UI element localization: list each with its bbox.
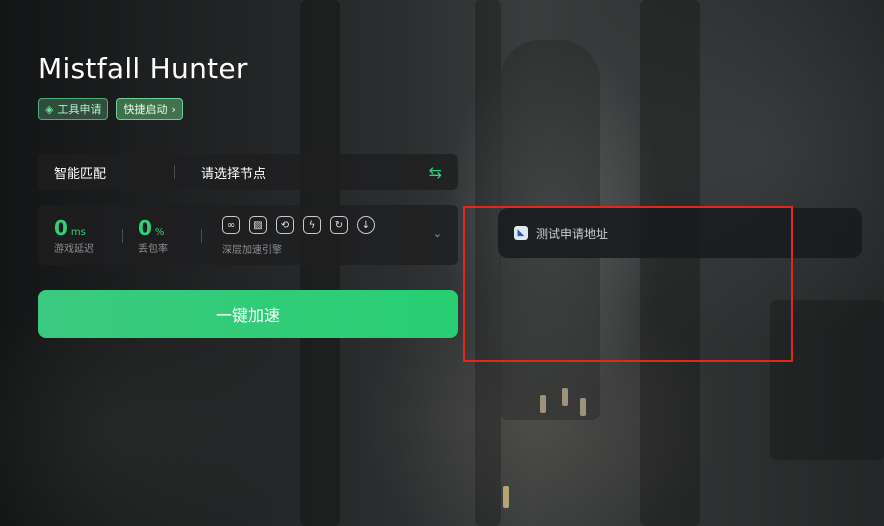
tag-row: ◈ 工具申请 快捷启动 › (38, 98, 183, 120)
download-icon[interactable]: ↓ (357, 216, 375, 234)
image-icon[interactable]: ▨ (249, 216, 267, 234)
tool-apply-label: 工具申请 (57, 103, 102, 116)
latency-label: 游戏延迟 (54, 244, 94, 255)
quick-launch-label: 快捷启动 (123, 103, 168, 116)
rotate-icon[interactable]: ↻ (330, 216, 348, 234)
packet-loss-label: 丢包率 (138, 244, 168, 255)
latency-value: 0 (54, 216, 68, 240)
packet-loss-stat: 0% 丢包率 (138, 217, 168, 255)
lightning-icon[interactable]: ϟ (303, 216, 321, 234)
quick-launch-button[interactable]: 快捷启动 › (116, 98, 183, 120)
refresh-icon[interactable]: ⟲ (276, 216, 294, 234)
stats-panel: 0 ms 游戏延迟 0% 丢包率 ∞ ▨ ⟲ ϟ ↻ ↓ 深层加速引擎 ⌄ (38, 205, 458, 265)
one-click-boost-button[interactable]: 一键加速 (38, 290, 458, 338)
engine-label: 深层加速引擎 (222, 245, 282, 256)
link-icon[interactable]: ∞ (222, 216, 240, 234)
node-selector: 智能匹配 请选择节点 ⇆ (38, 154, 458, 190)
latency-unit: ms (70, 227, 86, 238)
highlight-box (463, 206, 793, 362)
packet-loss-value: 0 (138, 216, 152, 240)
swap-icon[interactable]: ⇆ (429, 163, 442, 182)
tool-apply-button[interactable]: ◈ 工具申请 (38, 98, 109, 120)
divider (201, 229, 202, 243)
node-select[interactable]: 请选择节点 (201, 163, 429, 182)
divider (122, 229, 123, 243)
match-mode-dropdown[interactable]: 智能匹配 (54, 163, 174, 182)
game-title: Mistfall Hunter (38, 52, 248, 85)
chevron-down-icon[interactable]: ⌄ (433, 227, 442, 240)
chevron-right-icon: › (171, 102, 176, 116)
latency-stat: 0 ms 游戏延迟 (54, 217, 94, 255)
engine-icon-row: ∞ ▨ ⟲ ϟ ↻ ↓ (222, 216, 375, 234)
divider (174, 165, 175, 179)
cube-icon: ◈ (45, 102, 54, 116)
packet-loss-unit: % (154, 227, 165, 238)
